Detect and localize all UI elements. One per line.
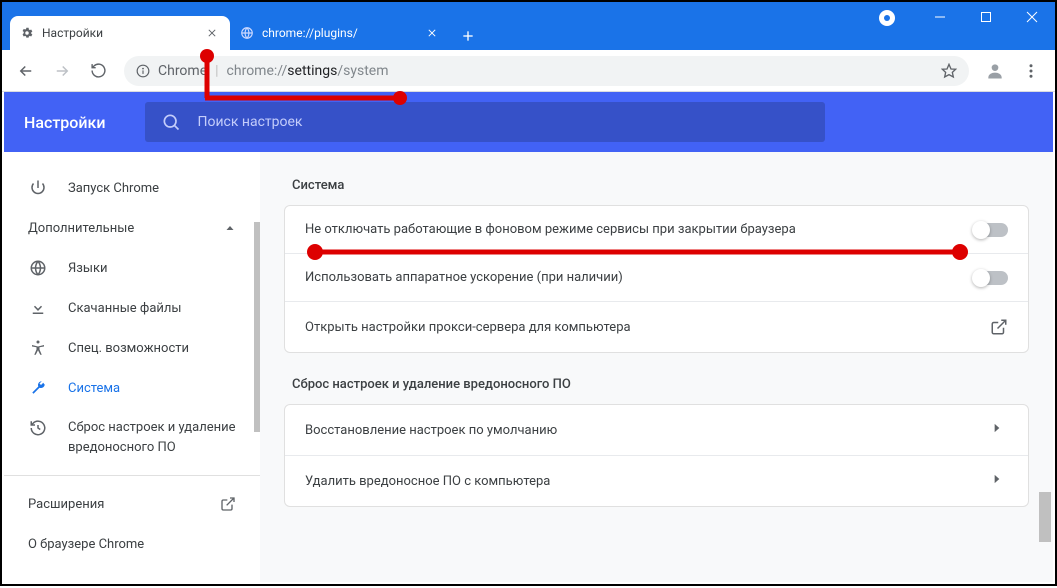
bookmark-star-icon[interactable] xyxy=(941,63,957,79)
open-in-new-icon xyxy=(990,318,1008,336)
back-button[interactable] xyxy=(10,55,42,87)
tab-title: chrome://plugins/ xyxy=(262,26,358,40)
panel-scrollbar-thumb[interactable] xyxy=(1039,492,1051,542)
sidebar-item-languages[interactable]: Языки xyxy=(4,248,260,288)
sidebar-item-label: Система xyxy=(68,381,120,396)
toggle-background-apps[interactable] xyxy=(974,223,1008,237)
sidebar-item-system[interactable]: Система xyxy=(4,368,260,408)
settings-body: Запуск Chrome Дополнительные Языки Скача… xyxy=(4,152,1053,582)
row-label: Не отключать работающие в фоновом режиме… xyxy=(305,222,796,237)
close-icon[interactable] xyxy=(204,25,220,41)
page-content: Настройки Запуск Chrome Дополнительные Я… xyxy=(4,92,1053,582)
settings-sidebar: Запуск Chrome Дополнительные Языки Скача… xyxy=(4,152,260,582)
tab-settings[interactable]: Настройки xyxy=(10,16,230,50)
sidebar-section-advanced[interactable]: Дополнительные xyxy=(4,208,260,248)
sidebar-item-downloads[interactable]: Скачанные файлы xyxy=(4,288,260,328)
reload-button[interactable] xyxy=(82,55,114,87)
row-restore-defaults[interactable]: Восстановление настроек по умолчанию xyxy=(285,405,1028,455)
chevron-right-icon xyxy=(990,472,1008,490)
url-text: chrome://settings/system xyxy=(227,63,389,79)
close-icon[interactable] xyxy=(424,25,440,41)
sidebar-item-label: Скачанные файлы xyxy=(68,301,182,316)
sidebar-item-label: О браузере Chrome xyxy=(28,537,144,552)
profile-indicator-icon[interactable] xyxy=(879,10,895,26)
window-controls xyxy=(917,2,1055,32)
sidebar-item-label: Языки xyxy=(68,261,108,276)
chevron-right-icon xyxy=(990,421,1008,439)
page-title: Настройки xyxy=(24,113,105,132)
sidebar-item-about[interactable]: О браузере Chrome xyxy=(4,524,260,564)
forward-button[interactable] xyxy=(46,55,78,87)
search-icon xyxy=(161,112,181,132)
minimize-button[interactable] xyxy=(917,2,963,32)
search-input[interactable] xyxy=(197,114,809,130)
section-title-system: Система xyxy=(292,178,1029,193)
sidebar-item-reset[interactable]: Сброс настроек и удаление вредоносного П… xyxy=(4,408,260,467)
sidebar-item-on-startup[interactable]: Запуск Chrome xyxy=(4,168,260,208)
chevron-up-icon xyxy=(224,222,236,234)
sidebar-item-label: Сброс настроек и удаление вредоносного П… xyxy=(68,418,236,457)
power-icon xyxy=(28,178,48,198)
row-hardware-accel[interactable]: Использовать аппаратное ускорение (при н… xyxy=(285,253,1028,301)
settings-panel: Система Не отключать работающие в фоново… xyxy=(260,152,1053,582)
sidebar-section-label: Дополнительные xyxy=(28,221,134,236)
card-system: Не отключать работающие в фоновом режиме… xyxy=(284,205,1029,353)
settings-search[interactable] xyxy=(145,102,825,142)
profile-button[interactable] xyxy=(979,55,1011,87)
wrench-icon xyxy=(28,378,48,398)
address-bar[interactable]: Chrome | chrome://settings/system xyxy=(124,56,969,86)
maximize-button[interactable] xyxy=(963,2,1009,32)
globe-icon xyxy=(28,258,48,278)
menu-button[interactable] xyxy=(1015,55,1047,87)
row-cleanup-computer[interactable]: Удалить вредоносное ПО с компьютера xyxy=(285,455,1028,506)
tab-title: Настройки xyxy=(42,26,103,40)
settings-header: Настройки xyxy=(4,92,1053,152)
sidebar-item-label: Запуск Chrome xyxy=(68,181,159,196)
browser-toolbar: Chrome | chrome://settings/system xyxy=(2,50,1055,92)
window-titlebar: Настройки chrome://plugins/ xyxy=(2,2,1055,50)
row-proxy-settings[interactable]: Открыть настройки прокси-сервера для ком… xyxy=(285,301,1028,352)
site-info-icon xyxy=(136,64,150,78)
tab-strip: Настройки chrome://plugins/ xyxy=(2,2,482,50)
sidebar-item-extensions[interactable]: Расширения xyxy=(4,484,260,524)
tab-plugins[interactable]: chrome://plugins/ xyxy=(230,16,450,50)
new-tab-button[interactable] xyxy=(454,22,482,50)
row-label: Использовать аппаратное ускорение (при н… xyxy=(305,270,623,285)
globe-icon xyxy=(240,26,254,40)
close-window-button[interactable] xyxy=(1009,2,1055,32)
sidebar-item-label: Спец. возможности xyxy=(68,341,189,356)
row-background-apps[interactable]: Не отключать работающие в фоновом режиме… xyxy=(285,206,1028,253)
sidebar-item-label: Расширения xyxy=(28,497,104,512)
security-label: Chrome xyxy=(158,63,207,79)
row-label: Открыть настройки прокси-сервера для ком… xyxy=(305,320,631,335)
accessibility-icon xyxy=(28,338,48,358)
toggle-hardware-accel[interactable] xyxy=(974,271,1008,285)
row-label: Восстановление настроек по умолчанию xyxy=(305,423,557,438)
gear-icon xyxy=(20,26,34,40)
download-icon xyxy=(28,298,48,318)
card-reset: Восстановление настроек по умолчанию Уда… xyxy=(284,404,1029,507)
restore-icon xyxy=(28,418,48,438)
open-in-new-icon xyxy=(220,496,236,512)
sidebar-item-accessibility[interactable]: Спец. возможности xyxy=(4,328,260,368)
section-title-reset: Сброс настроек и удаление вредоносного П… xyxy=(292,377,1029,392)
row-label: Удалить вредоносное ПО с компьютера xyxy=(305,474,550,489)
